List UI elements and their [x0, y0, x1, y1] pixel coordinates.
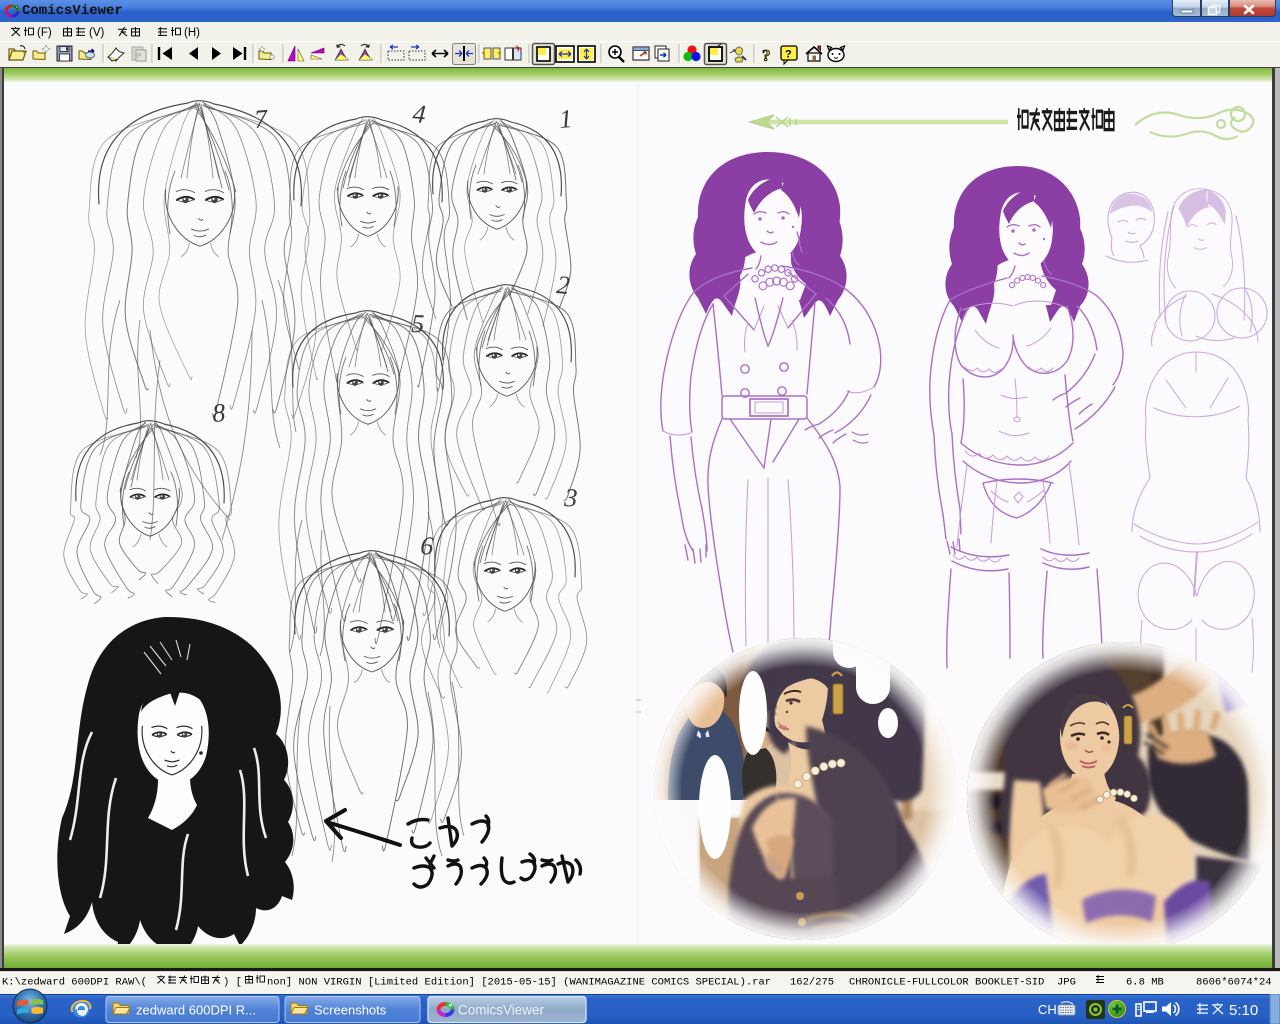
svg-text:CH: CH [1038, 1002, 1057, 1017]
svg-text:(H): (H) [184, 27, 200, 39]
svg-text:non] NON VIRGIN [Limited Editi: non] NON VIRGIN [Limited Edition] [2015-… [267, 977, 771, 989]
svg-text:6.8 MB: 6.8 MB [1126, 977, 1164, 989]
svg-text:162/275: 162/275 [790, 977, 834, 989]
svg-text:ComicsViewer: ComicsViewer [458, 1003, 545, 1018]
svg-text:) [: ) [ [223, 977, 242, 989]
svg-text:?: ? [762, 46, 771, 65]
svg-text:8606*6074*24: 8606*6074*24 [1196, 977, 1272, 989]
svg-text:1: 1 [558, 104, 573, 134]
svg-text:(V): (V) [89, 27, 105, 39]
svg-text:8: 8 [211, 398, 226, 428]
svg-text:5: 5 [411, 309, 425, 338]
svg-text:?: ? [785, 49, 792, 61]
svg-text:Screenshots: Screenshots [314, 1003, 387, 1018]
svg-text:zedward 600DPI R...: zedward 600DPI R... [136, 1003, 256, 1018]
svg-text:4: 4 [411, 99, 426, 129]
svg-text:K:\zedward 600DPI RAW\(: K:\zedward 600DPI RAW\( [2, 977, 147, 989]
svg-text:(F): (F) [37, 27, 52, 39]
svg-text:JPG: JPG [1057, 977, 1076, 989]
svg-text:5:10: 5:10 [1229, 1002, 1258, 1019]
svg-text:P: P [137, 53, 142, 60]
svg-text:2: 2 [555, 270, 570, 300]
svg-text:3: 3 [563, 483, 578, 513]
svg-text:CHRONICLE-FULLCOLOR BOOKLET-SI: CHRONICLE-FULLCOLOR BOOKLET-SID [849, 977, 1044, 989]
svg-text:7: 7 [253, 104, 269, 134]
